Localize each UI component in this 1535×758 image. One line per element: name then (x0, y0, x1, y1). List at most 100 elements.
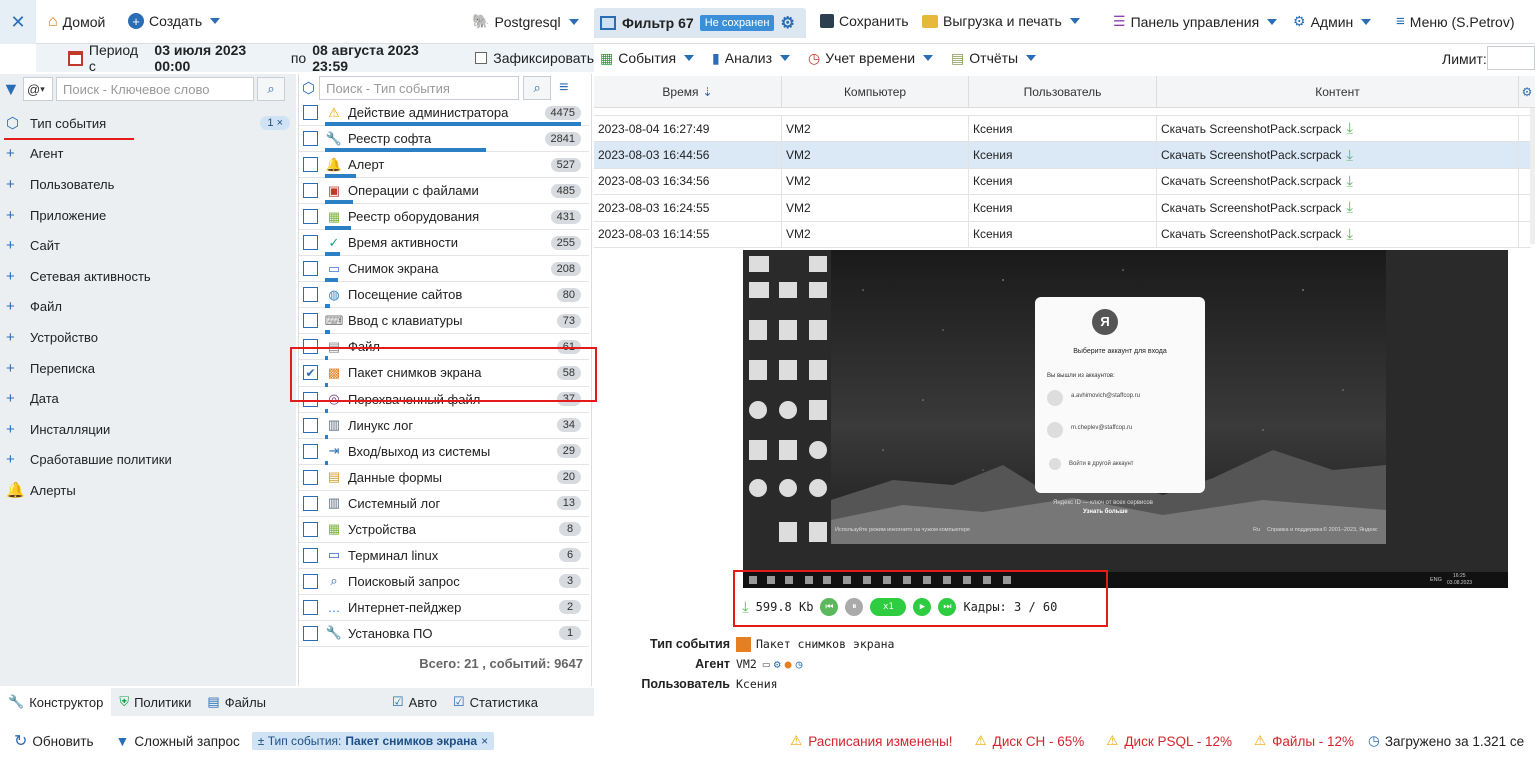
home-button[interactable]: ⌂ Домой (48, 13, 105, 31)
col-computer[interactable]: Компьютер (782, 76, 969, 107)
admin-button[interactable]: ⚙ Админ (1293, 13, 1372, 30)
period-to[interactable]: 08 августа 2023 23:59 (312, 42, 457, 74)
category-item[interactable]: + Переписка (0, 353, 296, 384)
cell-content-text[interactable]: Скачать ScreenshotPack.scrpack (1161, 227, 1341, 241)
filter-tab[interactable]: Фильтр 67 Не сохранен ⚙ (594, 8, 806, 38)
user-menu-button[interactable]: ≡ Меню (S.Petrov) (1396, 13, 1515, 30)
category-item[interactable]: + Устройство (0, 322, 296, 353)
cell-content-text[interactable]: Скачать ScreenshotPack.scrpack (1161, 148, 1341, 162)
checkbox[interactable] (303, 417, 318, 433)
checkbox[interactable] (303, 313, 318, 329)
reports-menu[interactable]: ▤ Отчёты (951, 50, 1037, 67)
checkbox[interactable] (303, 131, 318, 147)
complex-query-button[interactable]: ▼ Сложный запрос (116, 733, 240, 749)
close-icon[interactable]: ✕ (0, 0, 36, 44)
warning-disk-psql[interactable]: ⚠ Диск PSQL - 12% (1106, 733, 1232, 749)
checkbox[interactable] (303, 183, 318, 199)
category-item[interactable]: ⬡ Тип события 1 × (0, 108, 296, 139)
category-count-badge[interactable]: 1 × (260, 116, 290, 131)
warning-files[interactable]: ⚠ Файлы - 12% (1254, 733, 1354, 749)
database-select[interactable]: 🐘 Postgresql (472, 13, 579, 30)
event-type-item[interactable]: ▥ Системный лог 13 (299, 491, 589, 517)
download-icon[interactable]: ⤓ (1346, 226, 1353, 243)
time-menu[interactable]: ◷ Учет времени (808, 50, 934, 67)
user-circle-icon[interactable]: ● (785, 657, 792, 671)
checkbox[interactable] (303, 521, 318, 537)
checkbox[interactable] (303, 261, 318, 277)
search-icon[interactable]: ⌕ (523, 76, 552, 100)
checkbox[interactable] (303, 209, 318, 225)
category-item[interactable]: + Дата (0, 383, 296, 414)
download-icon[interactable]: ⤓ (1346, 147, 1353, 164)
event-type-item[interactable]: 🔧 Реестр софта 2841 (299, 126, 589, 153)
save-button[interactable]: Сохранить (820, 13, 909, 29)
event-type-item[interactable]: … Интернет-пейджер 2 (299, 595, 589, 621)
event-type-item[interactable]: ⌨ Ввод с клавиатуры 73 (299, 308, 589, 335)
category-item[interactable]: + Инсталляции (0, 414, 296, 445)
checkbox[interactable] (303, 105, 318, 121)
control-panel-button[interactable]: ☰ Панель управления (1113, 13, 1278, 30)
event-type-item[interactable]: 🔧 Установка ПО 1 (299, 621, 589, 647)
create-button[interactable]: + Создать (128, 13, 221, 29)
download-icon[interactable]: ⤓ (1346, 199, 1353, 216)
export-button[interactable]: Выгрузка и печать (922, 13, 1080, 29)
checkbox[interactable] (303, 495, 318, 511)
event-type-item[interactable]: ◍ Посещение сайтов 80 (299, 282, 589, 309)
warning-schedule[interactable]: ⚠ Расписания изменены! (790, 733, 952, 749)
grid-scrollbar[interactable] (1530, 108, 1535, 244)
download-icon[interactable]: ⤓ (1346, 120, 1353, 137)
gear-icon[interactable]: ⚙ (780, 13, 794, 33)
gear-icon[interactable]: ⚙ (774, 657, 781, 671)
checkbox[interactable] (303, 469, 318, 485)
category-item[interactable]: + Сайт (0, 230, 296, 261)
checkbox[interactable] (303, 573, 318, 589)
checkbox[interactable] (303, 443, 318, 459)
category-item[interactable]: 🔔 Алерты (0, 475, 296, 506)
category-item[interactable]: + Сработавшие политики (0, 445, 296, 476)
category-item[interactable]: + Пользователь (0, 169, 296, 200)
event-type-item[interactable]: ▭ Терминал linux 6 (299, 543, 589, 569)
event-type-item[interactable]: 🔔 Алерт 527 (299, 152, 589, 179)
col-content[interactable]: Контент (1157, 76, 1519, 107)
active-filter-chip[interactable]: ± Тип события: Пакет снимков экрана × (251, 732, 495, 750)
event-type-item[interactable]: ▥ Линукс лог 34 (299, 413, 589, 439)
filter-funnel-icon[interactable]: ▼ (2, 79, 20, 100)
list-menu-icon[interactable]: ≡ (559, 79, 568, 97)
checkbox[interactable] (303, 599, 318, 615)
monitor-icon[interactable]: ▭ (763, 657, 770, 671)
auto-toggle[interactable]: ☑ Авто (384, 688, 445, 716)
tab-files[interactable]: ▤ Файлы (199, 688, 274, 716)
event-type-item[interactable]: ✓ Время активности 255 (299, 230, 589, 257)
table-row[interactable]: 2023-08-03 16:34:56 VM2 Ксения Скачать Scre… (594, 168, 1531, 196)
event-type-item[interactable]: ▦ Реестр оборудования 431 (299, 204, 589, 231)
period-from[interactable]: 03 июля 2023 00:00 (154, 42, 284, 74)
search-icon[interactable]: ⌕ (257, 77, 285, 101)
event-type-item[interactable]: ▤ Данные формы 20 (299, 465, 589, 491)
col-user[interactable]: Пользователь (969, 76, 1157, 107)
category-item[interactable]: + Сетевая активность (0, 261, 296, 292)
columns-settings-icon[interactable]: ⚙ (1519, 76, 1535, 107)
refresh-button[interactable]: ↻ Обновить (14, 731, 94, 751)
keyword-search-input[interactable]: Поиск - Ключевое слово (56, 77, 254, 101)
checkbox[interactable] (303, 287, 318, 303)
download-icon[interactable]: ⤓ (1346, 173, 1353, 190)
cell-content-text[interactable]: Скачать ScreenshotPack.scrpack (1161, 174, 1341, 188)
cell-content-text[interactable]: Скачать ScreenshotPack.scrpack (1161, 122, 1341, 136)
screenshot-viewer[interactable]: Я Выберите аккаунт для входа Вы вышли из… (743, 250, 1508, 588)
tab-policies[interactable]: ⛨ Политики (111, 688, 199, 716)
category-item[interactable]: + Агент (0, 139, 296, 170)
category-item[interactable]: + Файл (0, 292, 296, 323)
analysis-menu[interactable]: ▮ Анализ (712, 50, 791, 67)
table-row[interactable]: 2023-08-04 16:27:49 VM2 Ксения Скачать Scre… (594, 116, 1531, 143)
checkbox[interactable] (303, 625, 318, 641)
category-item[interactable]: + Приложение (0, 200, 296, 231)
checkbox[interactable] (303, 235, 318, 251)
event-type-item[interactable]: ⚠ Действие администратора 4475 (299, 100, 589, 127)
cell-content-text[interactable]: Скачать ScreenshotPack.scrpack (1161, 201, 1341, 215)
fix-checkbox[interactable] (475, 52, 488, 64)
statistics-toggle[interactable]: ☑ Статистика (445, 688, 546, 716)
clock-icon[interactable]: ◷ (796, 657, 803, 671)
warning-disk-ch[interactable]: ⚠ Диск CH - 65% (975, 733, 1085, 749)
event-type-item[interactable]: ▭ Снимок экрана 208 (299, 256, 589, 283)
event-type-item[interactable]: ⌕ Поисковый запрос 3 (299, 569, 589, 595)
